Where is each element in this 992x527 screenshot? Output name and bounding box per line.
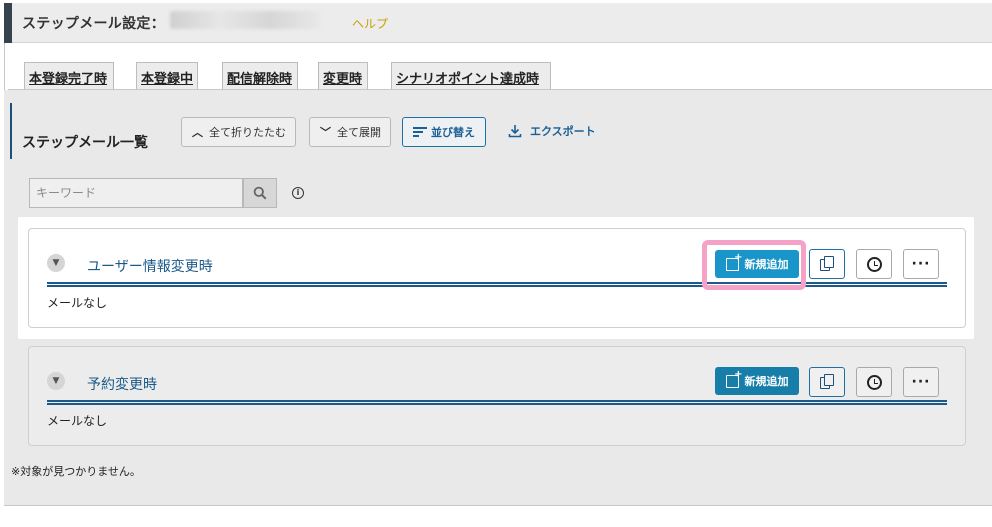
info-icon[interactable]: i <box>292 187 304 199</box>
group-divider <box>47 282 947 287</box>
tab-registration-complete[interactable]: 本登録完了時 <box>24 62 114 89</box>
expand-all-button[interactable]: ﹀ 全て展開 <box>309 117 391 147</box>
keyword-search <box>29 178 277 208</box>
copy-icon <box>820 256 834 272</box>
clock-icon <box>866 374 882 390</box>
add-new-label: 新規追加 <box>744 375 789 388</box>
chevron-up-icon: ︿ <box>192 126 203 139</box>
panel-border-bottom <box>4 505 992 506</box>
help-link[interactable]: ヘルプ <box>352 15 388 32</box>
more-icon: ··· <box>911 256 931 272</box>
more-button[interactable]: ··· <box>903 249 939 279</box>
search-icon <box>253 186 267 200</box>
section-title: ステップメール一覧 <box>22 135 148 151</box>
copy-button[interactable] <box>809 367 845 397</box>
collapse-all-button[interactable]: ︿ 全て折りたたむ <box>181 117 296 147</box>
tab-unsubscribe[interactable]: 配信解除時 <box>222 62 298 89</box>
sort-label: 並び替え <box>431 126 475 139</box>
app-window: ステップメール設定： ヘルプ 本登録完了時 本登録中 配信解除時 変更時 シナリ… <box>0 0 992 527</box>
search-button[interactable] <box>243 178 277 208</box>
group-card-user-info: ▼ ユーザー情報変更時 新規追加 ··· メールなし <box>28 228 966 328</box>
group-divider <box>47 400 947 405</box>
schedule-button[interactable] <box>856 367 892 397</box>
add-new-button[interactable]: 新規追加 <box>715 367 799 395</box>
blurred-scenario-name <box>170 11 320 29</box>
sort-button[interactable]: 並び替え <box>402 117 486 147</box>
page-title: ステップメール設定： <box>22 16 165 32</box>
empty-message: メールなし <box>47 296 108 310</box>
export-link[interactable]: エクスポート <box>508 122 596 140</box>
export-label: エクスポート <box>530 125 596 138</box>
more-icon: ··· <box>911 374 931 390</box>
search-input[interactable] <box>29 178 243 208</box>
chevron-down-icon[interactable]: ▼ <box>47 372 65 390</box>
copy-icon <box>820 374 834 390</box>
empty-message: メールなし <box>47 414 108 428</box>
clock-icon <box>866 256 882 272</box>
no-results-message: ※対象が見つかりません。 <box>11 465 141 478</box>
sort-icon <box>413 127 427 137</box>
group-title: ユーザー情報変更時 <box>87 259 213 275</box>
copy-button[interactable] <box>809 249 845 279</box>
tab-change[interactable]: 変更時 <box>318 62 368 89</box>
collapse-all-label: 全て折りたたむ <box>209 126 286 139</box>
schedule-button[interactable] <box>856 249 892 279</box>
more-button[interactable]: ··· <box>903 367 939 397</box>
header-accent-bar <box>4 3 12 43</box>
section-accent-bar <box>10 103 12 159</box>
tab-registering[interactable]: 本登録中 <box>136 62 198 89</box>
download-icon <box>508 125 522 138</box>
add-document-icon <box>725 369 743 388</box>
highlight-marker <box>702 240 806 290</box>
tab-scenario-point[interactable]: シナリオポイント達成時 <box>391 62 551 89</box>
chevron-down-icon: ﹀ <box>320 126 331 139</box>
group-card-reservation: ▼ 予約変更時 新規追加 ··· メールなし <box>28 346 966 446</box>
group-title: 予約変更時 <box>87 377 157 393</box>
expand-all-label: 全て展開 <box>337 126 381 139</box>
chevron-down-icon[interactable]: ▼ <box>47 254 65 272</box>
